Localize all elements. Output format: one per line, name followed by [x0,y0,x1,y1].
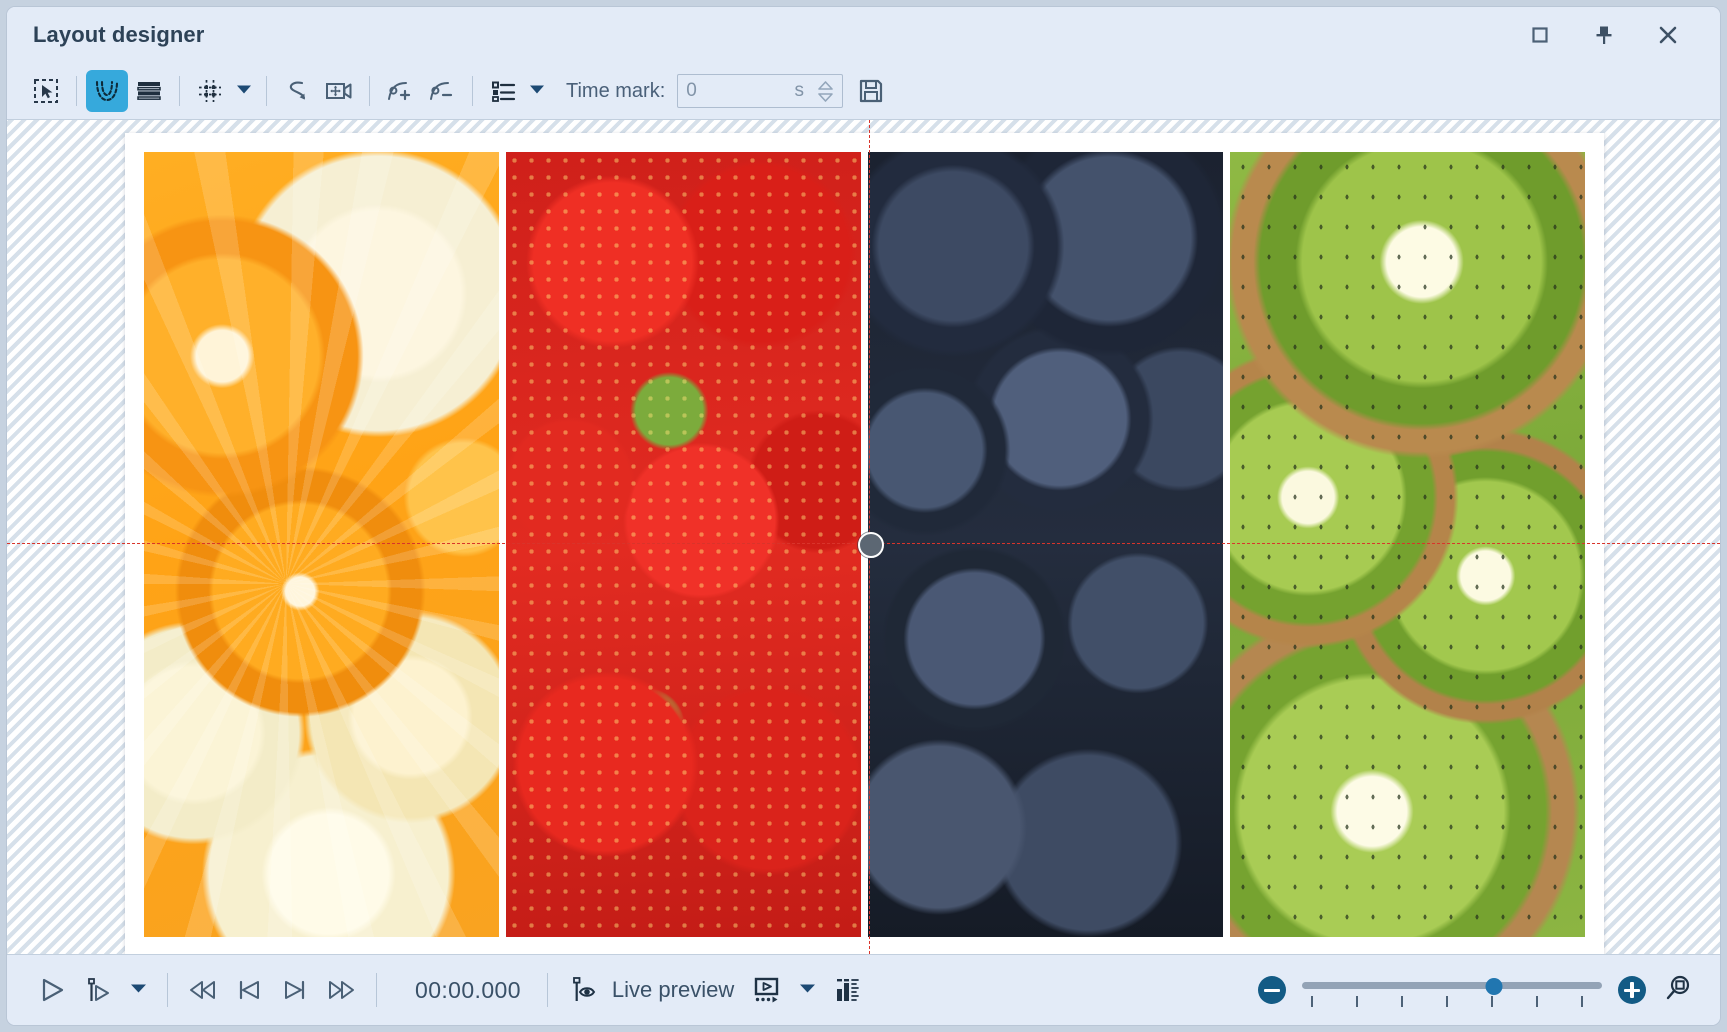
camera-pan-tool[interactable] [318,70,360,112]
window-controls [1518,15,1712,55]
zoom-slider[interactable] [1302,973,1602,1007]
app-root: Layout designer [0,0,1727,1032]
stepper-down-button[interactable] [818,93,833,102]
restore-icon [1529,24,1551,46]
toolbar-separator [472,76,473,106]
layout-designer-window: Layout designer [6,6,1721,1026]
rewind-icon [188,976,218,1004]
media-panel-oranges[interactable] [144,152,499,937]
motion-path-tool[interactable] [276,70,318,112]
timecode-display: 00:00.000 [415,977,521,1004]
pin-icon [1593,23,1615,47]
pin-button[interactable] [1582,15,1626,55]
zoom-slider-track [1302,982,1602,989]
keyframe-add-icon [385,77,415,105]
kiwi-image [1230,152,1585,937]
time-mark-field[interactable]: s [677,74,843,108]
play-options-dropdown[interactable] [121,967,155,1013]
chevron-down-icon [130,981,147,999]
select-tool[interactable] [25,70,67,112]
design-canvas[interactable] [7,119,1720,955]
chevron-down-icon [529,82,545,100]
previous-frame-button[interactable] [226,967,272,1013]
media-panel-blueberries[interactable] [868,152,1223,937]
blueberries-image [868,152,1223,937]
properties-list-icon [489,77,517,105]
save-button[interactable] [850,70,892,112]
audio-level-meter-button[interactable] [824,967,870,1013]
strawberries-image [506,152,861,937]
zoom-controls [1258,968,1700,1012]
add-keyframe-tool[interactable] [379,70,421,112]
toolbar-separator [369,76,370,106]
play-from-cursor-icon [84,976,112,1004]
time-mark-unit: s [780,80,818,102]
close-button[interactable] [1646,15,1690,55]
properties-list-tool[interactable] [482,70,524,112]
properties-options-dropdown[interactable] [524,70,550,112]
layers-stack-icon [135,77,163,105]
v-mask-icon [93,77,121,105]
transport-bar: 00:00.000 Live preview [7,955,1720,1025]
zoom-slider-ticks [1302,996,1602,1007]
play-icon [38,976,66,1004]
live-preview-toggle[interactable] [560,967,606,1013]
time-mark-stepper[interactable] [818,81,841,102]
play-from-cursor-button[interactable] [75,967,121,1013]
zoom-slider-handle[interactable] [1486,978,1503,995]
stepper-up-button[interactable] [818,81,833,90]
toolbar-separator [179,76,180,106]
preview-quality-dropdown[interactable] [790,967,824,1013]
chevron-down-icon [799,981,816,999]
grid-snap-tool[interactable] [189,70,231,112]
oranges-image [144,152,499,937]
grid-options-dropdown[interactable] [231,70,257,112]
preview-render-button[interactable] [744,967,790,1013]
window-title: Layout designer [33,22,204,48]
play-button[interactable] [29,967,75,1013]
time-mark-input[interactable] [678,75,780,107]
preview-render-icon [752,975,782,1005]
next-frame-button[interactable] [272,967,318,1013]
fit-to-window-button[interactable] [1656,968,1700,1012]
motion-path-icon [283,77,311,105]
fast-forward-icon [326,976,356,1004]
mask-tool[interactable] [86,70,128,112]
transport-separator [547,973,548,1007]
keyframe-remove-icon [427,77,457,105]
fast-forward-button[interactable] [318,967,364,1013]
toolbar-separator [266,76,267,106]
previous-frame-icon [235,976,263,1004]
eye-on-stand-icon [569,975,597,1005]
camera-pan-icon [324,77,354,105]
grid-snap-icon [196,77,224,105]
time-mark-label: Time mark: [566,80,665,103]
title-bar: Layout designer [7,7,1720,63]
remove-keyframe-tool[interactable] [421,70,463,112]
media-panel-strawberries[interactable] [506,152,861,937]
chevron-down-icon [236,82,252,100]
toolbar-separator [76,76,77,106]
layers-tool[interactable] [128,70,170,112]
audio-meter-icon [833,975,861,1005]
magnifier-fit-icon [1663,973,1693,1008]
zoom-out-button[interactable] [1258,976,1286,1004]
close-icon [1656,23,1680,47]
floppy-save-icon [857,77,885,105]
selection-marquee-icon [32,77,60,105]
zoom-in-button[interactable] [1618,976,1646,1004]
transport-separator [167,973,168,1007]
transport-separator [376,973,377,1007]
next-frame-icon [281,976,309,1004]
live-preview-label[interactable]: Live preview [612,977,734,1003]
restore-button[interactable] [1518,15,1562,55]
media-panel-kiwi[interactable] [1230,152,1585,937]
rewind-button[interactable] [180,967,226,1013]
center-anchor-handle[interactable] [858,532,884,558]
design-toolbar: Time mark: s [7,63,1720,119]
